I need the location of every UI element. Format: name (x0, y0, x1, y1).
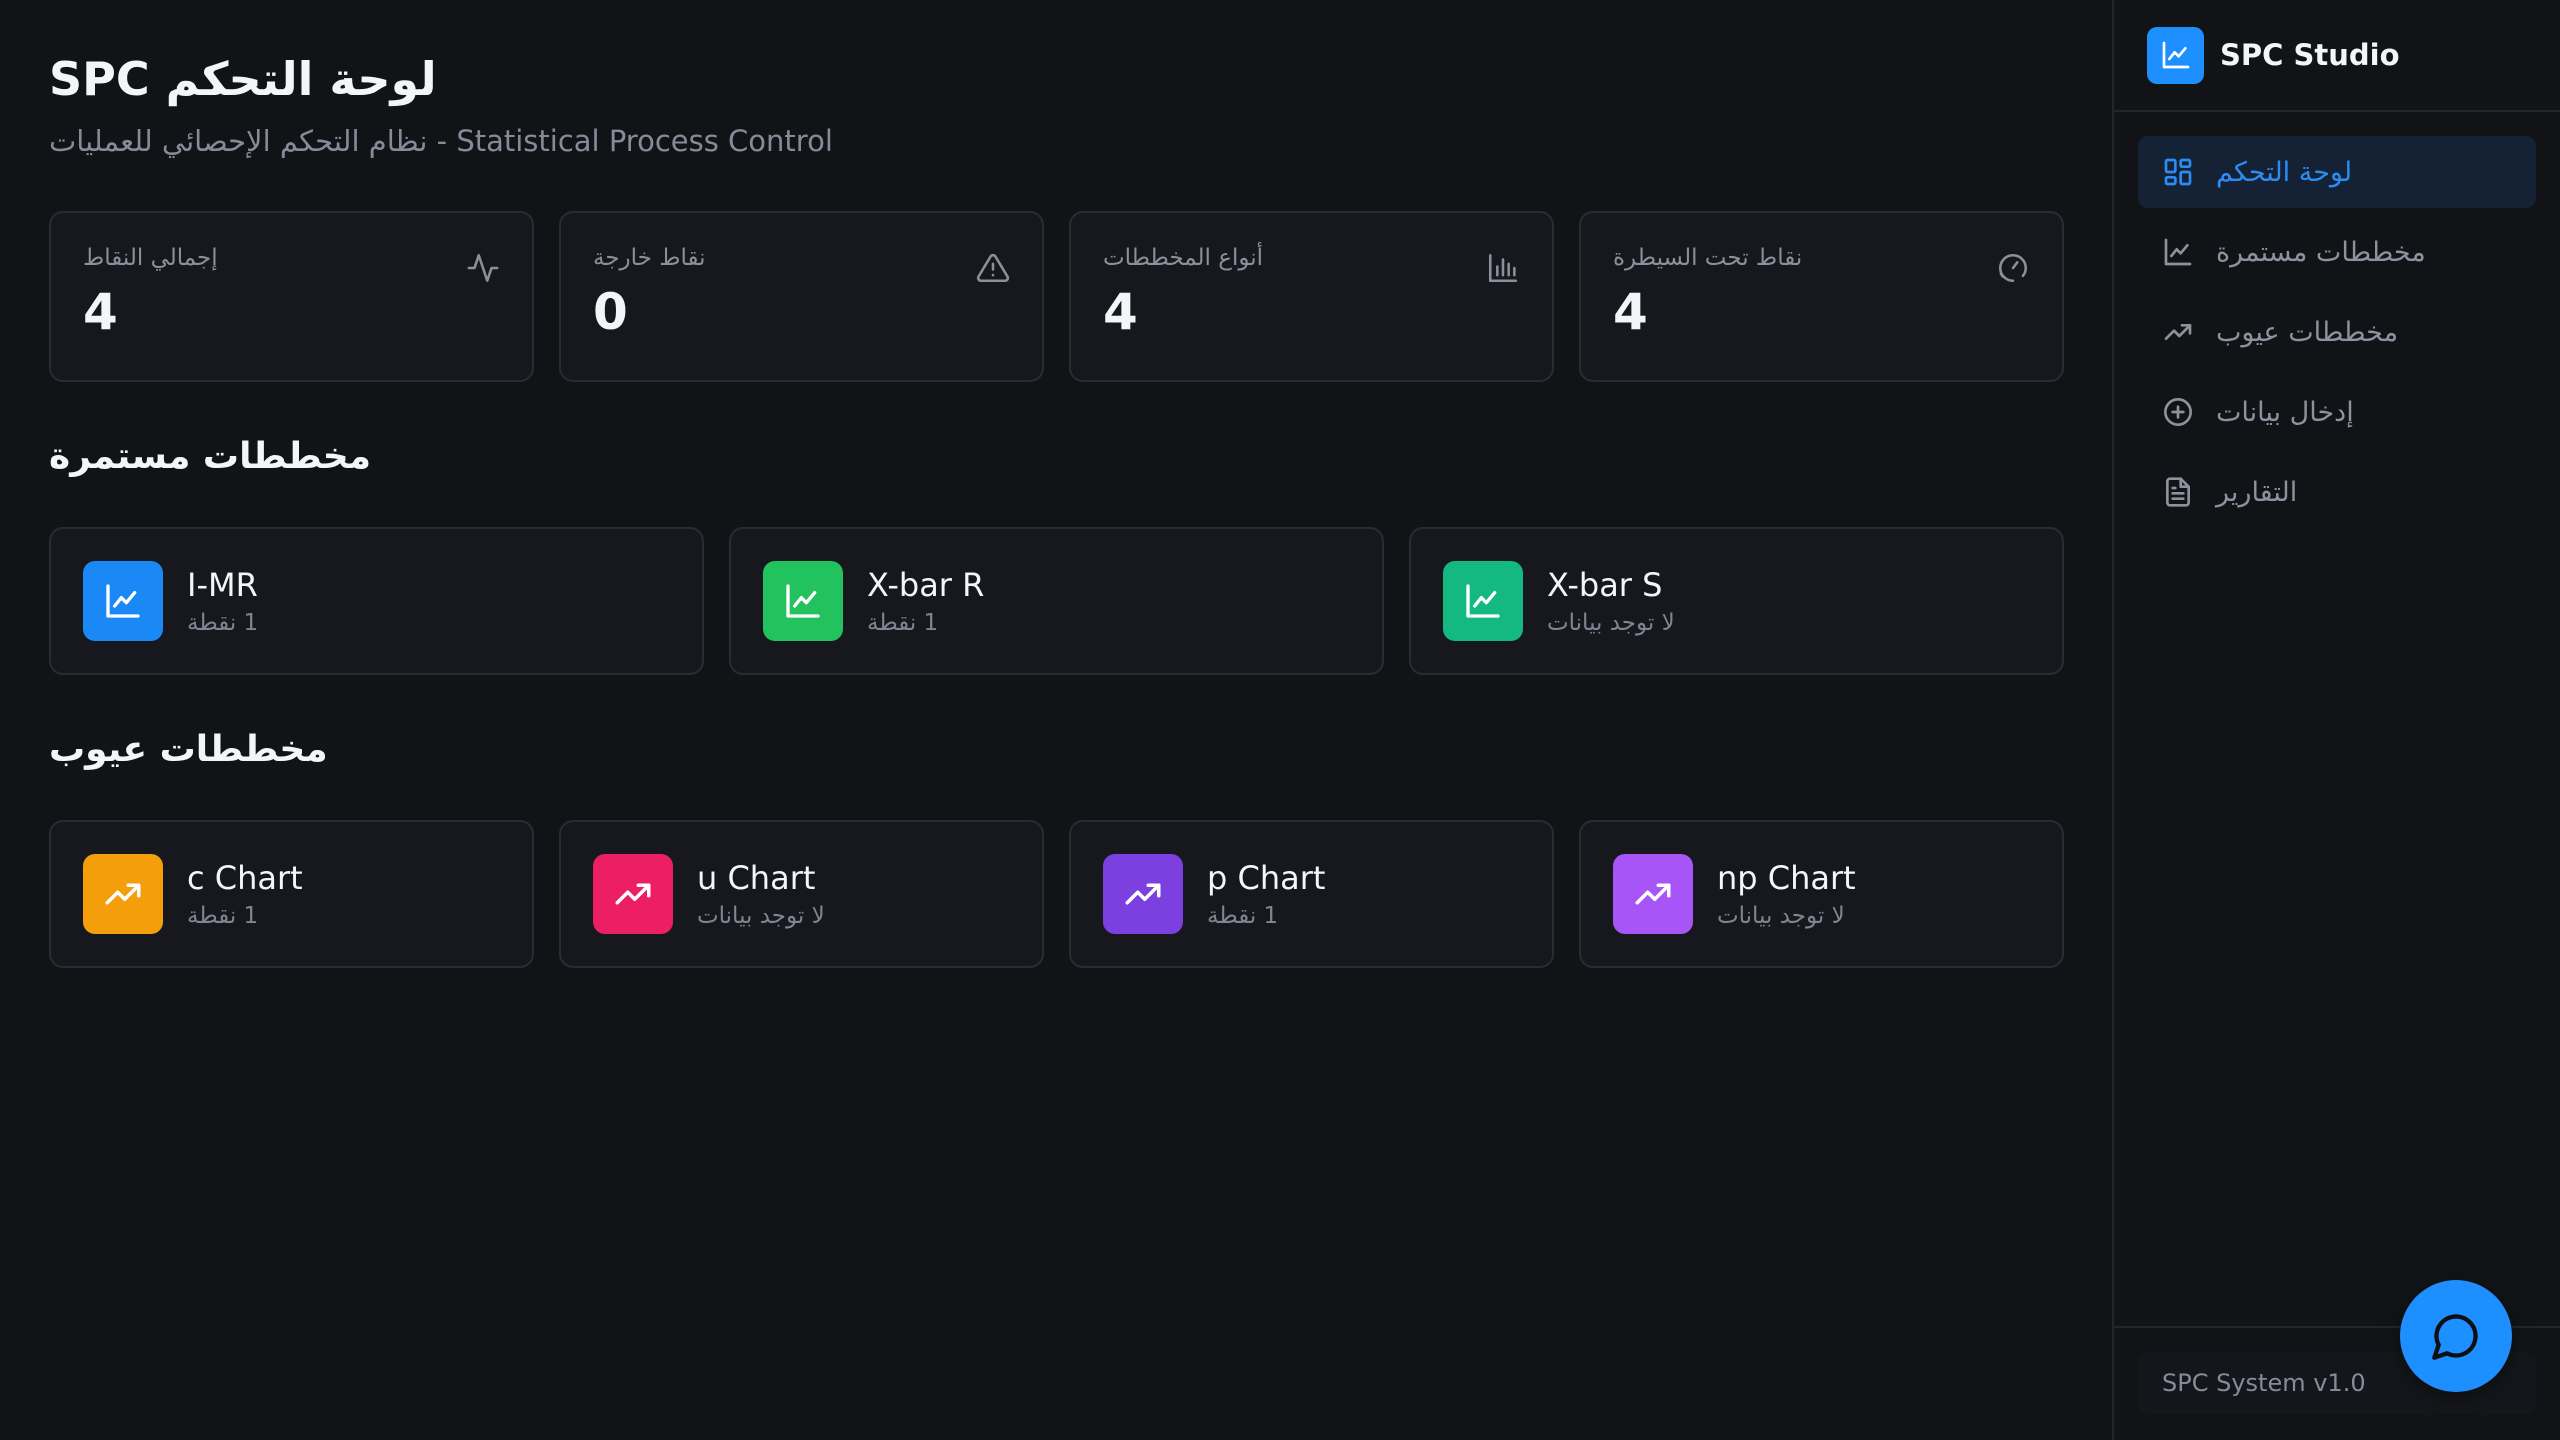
dashboard-icon (2164, 158, 2192, 186)
sidebar-item-label: مخططات مستمرة (2216, 236, 2426, 268)
chat-bubble-icon (2432, 1314, 2478, 1360)
card-subtitle: 1 نقطة (867, 610, 939, 636)
brand-header: SPC Studio (2114, 0, 2560, 112)
sidebar-item-defect-charts[interactable]: مخططات عيوب (2138, 296, 2536, 368)
stats-row: إجمالي النقاط 4 نقاط خارجة 0 أنواع المخط… (49, 211, 2064, 382)
sidebar-item-data-entry[interactable]: إدخال بيانات (2138, 376, 2536, 448)
line-chart-icon (106, 584, 140, 618)
card-icon-box (1443, 561, 1523, 641)
brand-logo (2147, 26, 2204, 84)
stat-label: أنواع المخططات (1103, 245, 1264, 271)
stat-value: 4 (1103, 283, 1138, 341)
chart-card-xbar-s[interactable]: X-bar S لا توجد بيانات (1409, 527, 2064, 675)
card-icon-box (763, 561, 843, 641)
sidebar-item-reports[interactable]: التقارير (2138, 456, 2536, 528)
trending-up-icon (1125, 883, 1161, 905)
section-title-defects: مخططات عيوب (49, 729, 328, 770)
section-title-continuous: مخططات مستمرة (49, 436, 371, 477)
file-text-icon (2166, 477, 2190, 507)
chart-card-u[interactable]: u Chart لا توجد بيانات (559, 820, 1044, 968)
card-icon-box (593, 854, 673, 934)
chart-card-c[interactable]: c Chart 1 نقطة (49, 820, 534, 968)
plus-circle-icon (2164, 398, 2192, 426)
page-title: لوحة التحكم SPC (49, 52, 437, 106)
brand-name: SPC Studio (2220, 38, 2400, 72)
card-subtitle: 1 نقطة (187, 903, 259, 929)
line-chart-icon (2162, 41, 2189, 69)
card-name: np Chart (1717, 859, 1856, 897)
line-chart-icon (2164, 238, 2192, 266)
sidebar-item-label: لوحة التحكم (2216, 156, 2353, 188)
page-subtitle: نظام التحكم الإحصائي للعمليات - Statisti… (49, 124, 833, 158)
stat-value: 4 (83, 283, 118, 341)
chart-card-imr[interactable]: I-MR 1 نقطة (49, 527, 704, 675)
sidebar: SPC Studio لوحة التحكم مخططات مستمرة مخط… (2112, 0, 2560, 1440)
card-icon-box (1103, 854, 1183, 934)
sidebar-item-dashboard[interactable]: لوحة التحكم (2138, 136, 2536, 208)
card-subtitle: لا توجد بيانات (1547, 610, 1675, 636)
chart-card-xbar-r[interactable]: X-bar R 1 نقطة (729, 527, 1384, 675)
sidebar-item-label: إدخال بيانات (2216, 396, 2354, 428)
card-subtitle: 1 نقطة (1207, 903, 1279, 929)
chart-card-p[interactable]: p Chart 1 نقطة (1069, 820, 1554, 968)
card-icon-box (83, 854, 163, 934)
trending-up-icon (615, 883, 651, 905)
sidebar-item-label: مخططات عيوب (2216, 316, 2399, 348)
stat-label: إجمالي النقاط (83, 245, 218, 271)
stat-label: نقاط خارجة (593, 245, 706, 271)
trending-up-icon (1635, 883, 1671, 905)
sidebar-item-label: التقارير (2216, 476, 2298, 508)
trending-up-icon (2164, 324, 2192, 340)
sidebar-nav: لوحة التحكم مخططات مستمرة مخططات عيوب إد… (2114, 112, 2560, 528)
stat-value: 4 (1613, 283, 1648, 341)
card-name: p Chart (1207, 859, 1326, 897)
card-name: I-MR (187, 566, 258, 604)
stat-value: 0 (593, 283, 628, 341)
card-name: c Chart (187, 859, 303, 897)
card-subtitle: لا توجد بيانات (697, 903, 825, 929)
card-subtitle: لا توجد بيانات (1717, 903, 1845, 929)
continuous-charts-row: I-MR 1 نقطة X-bar R 1 نقطة X-bar S لا تو… (49, 527, 2064, 675)
trending-up-icon (105, 883, 141, 905)
gauge-icon (1998, 253, 2028, 283)
activity-icon (467, 253, 499, 283)
alert-triangle-icon (976, 253, 1010, 283)
chat-fab-button[interactable] (2400, 1280, 2512, 1392)
stat-card-in-control: نقاط تحت السيطرة 4 (1579, 211, 2064, 382)
card-subtitle: 1 نقطة (187, 610, 259, 636)
stat-label: نقاط تحت السيطرة (1613, 245, 1803, 271)
bar-chart-icon (1488, 253, 1518, 283)
card-name: u Chart (697, 859, 816, 897)
card-name: X-bar R (867, 566, 985, 604)
line-chart-icon (1466, 584, 1500, 618)
chart-card-np[interactable]: np Chart لا توجد بيانات (1579, 820, 2064, 968)
line-chart-icon (786, 584, 820, 618)
defect-charts-row: c Chart 1 نقطة u Chart لا توجد بيانات p … (49, 820, 2064, 968)
card-icon-box (1613, 854, 1693, 934)
card-icon-box (83, 561, 163, 641)
sidebar-item-continuous-charts[interactable]: مخططات مستمرة (2138, 216, 2536, 288)
stat-card-total-points: إجمالي النقاط 4 (49, 211, 534, 382)
main-content: لوحة التحكم SPC نظام التحكم الإحصائي للع… (0, 0, 2112, 1440)
card-name: X-bar S (1547, 566, 1663, 604)
stat-card-chart-types: أنواع المخططات 4 (1069, 211, 1554, 382)
stat-card-out-of-control: نقاط خارجة 0 (559, 211, 1044, 382)
